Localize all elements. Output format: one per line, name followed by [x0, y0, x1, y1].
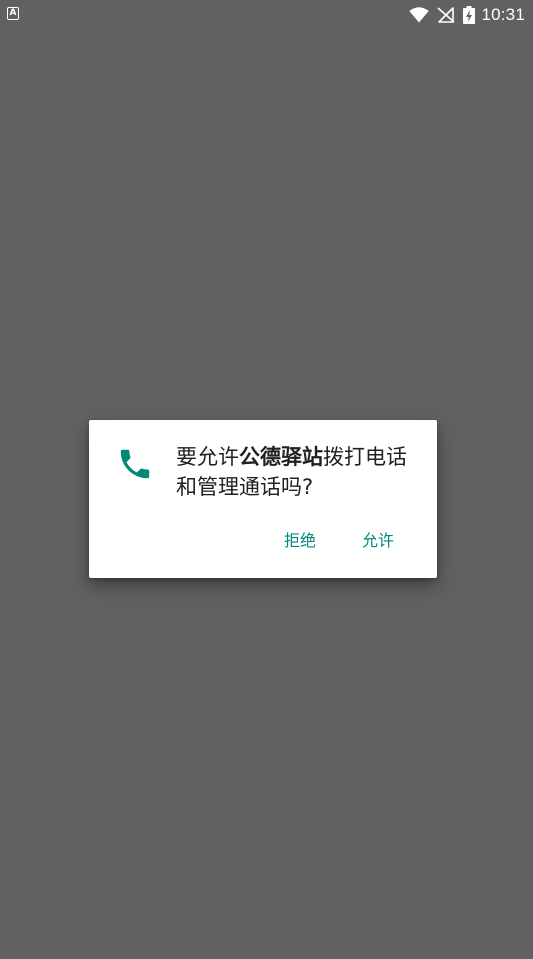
- wifi-icon: [409, 7, 430, 23]
- permission-message: 要允许公德驿站拨打电话和管理通话吗?: [176, 442, 426, 502]
- no-signal-icon: [437, 7, 455, 23]
- status-time: 10:31: [481, 5, 525, 24]
- status-bar: A 10:31: [0, 0, 533, 30]
- status-icons: 10:31: [409, 3, 525, 27]
- font-a-icon: A: [7, 7, 19, 20]
- battery-charging-icon: [463, 6, 476, 24]
- allow-button[interactable]: 允许: [362, 526, 394, 556]
- deny-button[interactable]: 拒绝: [284, 526, 316, 556]
- message-prefix: 要允许: [176, 445, 239, 469]
- app-name: 公德驿站: [239, 445, 323, 469]
- phone-icon: [120, 449, 150, 479]
- permission-dialog: 要允许公德驿站拨打电话和管理通话吗? 拒绝 允许: [89, 420, 437, 578]
